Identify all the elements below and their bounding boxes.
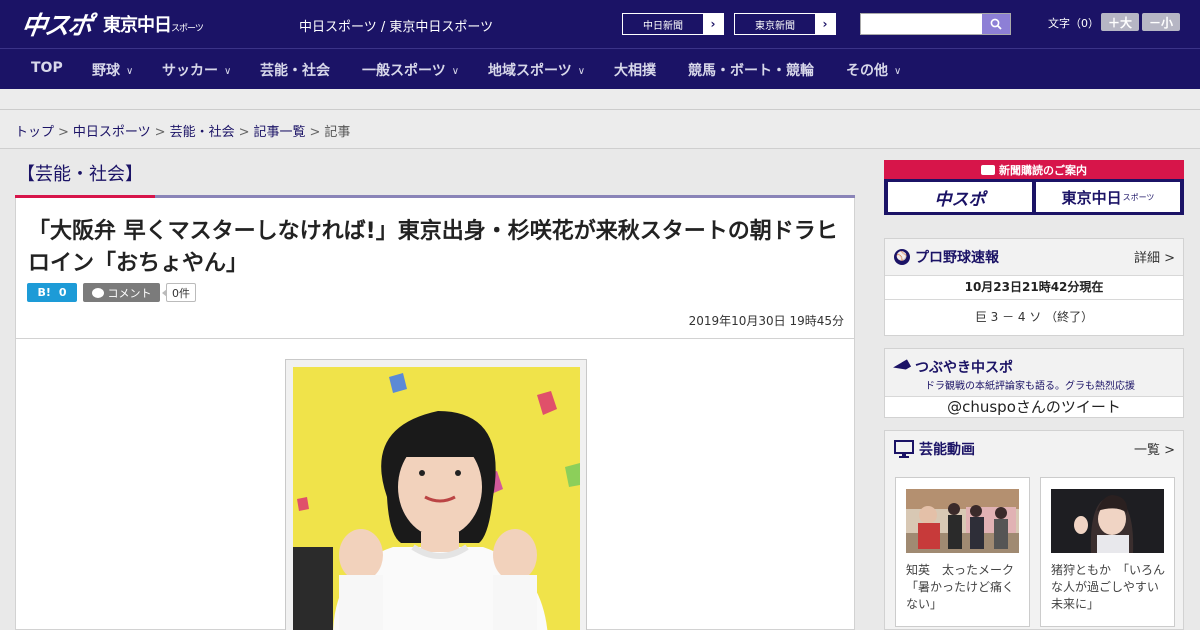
video-caption: 猪狩ともか 「いろんな人が過ごしやすい未来に」: [1051, 563, 1166, 611]
videos-list-link[interactable]: 一覧 >: [1134, 439, 1175, 458]
baseball-game-result[interactable]: 巨 3 － 4 ソ （終了）: [885, 299, 1183, 335]
chevron-right-icon: ›: [815, 14, 835, 34]
chuspo-logo[interactable]: 中スポ: [19, 6, 93, 42]
tweets-panel-title: つぶやき中スポ: [915, 360, 1013, 376]
search-input[interactable]: [861, 14, 982, 34]
breadcrumb-link-top[interactable]: トップ: [15, 125, 54, 140]
video-thumbnail: [1051, 489, 1164, 553]
font-size-label: 文字（0）: [1048, 17, 1099, 30]
video-card[interactable]: 猪狩ともか 「いろんな人が過ごしやすい未来に」: [1040, 477, 1175, 627]
videos-panel: 芸能動画 一覧 > 知英 太ったメーク「暑かったけど痛くない」 猪狩ともか 「い…: [884, 430, 1184, 630]
chevron-down-icon: ∨: [451, 66, 460, 77]
search-button[interactable]: [982, 14, 1010, 34]
tokyo-shimbun-link[interactable]: 東京新聞 ›: [734, 13, 836, 35]
video-card[interactable]: 知英 太ったメーク「暑かったけど痛くない」: [895, 477, 1030, 627]
chevron-down-icon: ∨: [577, 66, 586, 77]
hatena-icon: B!: [37, 286, 51, 299]
hatena-count: 0: [58, 286, 67, 299]
divider: [16, 338, 854, 339]
section-title: 【芸能・社会】: [17, 164, 143, 185]
twitter-link[interactable]: @chuspoさんのツイート: [885, 396, 1183, 417]
search-icon: [990, 18, 1002, 30]
article-photo[interactable]: [293, 367, 580, 630]
article-column: 【芸能・社会】 「大阪弁 早くマスターしなければ!」東京出身・杉咲花が来秋スター…: [15, 149, 855, 630]
newspaper-icon: [981, 164, 995, 175]
sub-band: [0, 89, 1200, 110]
chevron-down-icon: ∨: [894, 66, 902, 77]
baseball-panel-title: プロ野球速報: [915, 250, 999, 266]
tweets-panel: つぶやき中スポ ドラ観戦の本紙評論家も語る。グラも熱烈応援 @chuspoさんの…: [884, 348, 1184, 418]
monitor-icon: [894, 440, 914, 458]
baseball-updated: 10月23日21時42分現在: [885, 275, 1183, 299]
breadcrumb: トップ > 中日スポーツ > 芸能・社会 > 記事一覧 > 記事: [0, 110, 1200, 149]
subscribe-chuspo-button[interactable]: 中スポ: [888, 182, 1032, 212]
baseball-detail-link[interactable]: 詳細 >: [1134, 247, 1175, 266]
nav-item-other[interactable]: その他 ∨: [846, 60, 901, 80]
nav-item-racing[interactable]: 競馬・ボート・競輪: [688, 60, 814, 80]
baseball-icon: ⚾: [894, 249, 910, 265]
site-name[interactable]: 中日スポーツ / 東京中日スポーツ: [299, 16, 493, 35]
search-box: [860, 13, 1011, 35]
main-nav: TOP 野球 ∨ サッカー ∨ 芸能・社会 一般スポーツ ∨ 地域スポーツ ∨ 大相撲 …: [0, 48, 1200, 89]
comment-count: 0件: [162, 283, 196, 302]
nav-item-local-sports[interactable]: 地域スポーツ ∨: [488, 60, 585, 80]
article-photo-image: [293, 367, 580, 630]
video-caption: 知英 太ったメーク「暑かったけど痛くない」: [906, 563, 1015, 611]
breadcrumb-link-chunichi-sports[interactable]: 中日スポーツ: [73, 125, 151, 140]
subscription-banner: 新聞購読のご案内 中スポ 東京中日 スポーツ: [884, 160, 1184, 215]
article-date: 2019年10月30日 19時45分: [688, 314, 844, 328]
font-size-increase-button[interactable]: ＋大: [1101, 13, 1139, 31]
breadcrumb-link-article-list[interactable]: 記事一覧: [254, 125, 306, 140]
tweets-subtitle: ドラ観戦の本紙評論家も語る。グラも熱烈応援: [925, 381, 1135, 392]
article-photo-frame: [285, 359, 587, 630]
chevron-down-icon: ∨: [224, 66, 232, 77]
speech-bubble-icon: [91, 287, 104, 298]
nav-item-general-sports[interactable]: 一般スポーツ ∨: [362, 60, 459, 80]
megaphone-icon: [893, 359, 911, 375]
nav-item-entertainment[interactable]: 芸能・社会: [260, 60, 330, 80]
baseball-score-panel: ⚾ プロ野球速報 詳細 > 10月23日21時42分現在 巨 3 － 4 ソ （…: [884, 238, 1184, 336]
chevron-right-icon: ›: [703, 14, 723, 34]
site-header: 中スポ 東京中日スポーツ 中日スポーツ / 東京中日スポーツ 中日新聞 › 東京…: [0, 0, 1200, 48]
nav-item-sumo[interactable]: 大相撲: [614, 60, 656, 80]
site-logo[interactable]: 中スポ 東京中日スポーツ: [19, 6, 204, 42]
breadcrumb-current: 記事: [324, 125, 351, 140]
breadcrumb-link-entertainment[interactable]: 芸能・社会: [170, 125, 235, 140]
nav-item-baseball[interactable]: 野球 ∨: [92, 60, 133, 80]
social-buttons: B! 0 コメント 0件: [27, 283, 196, 302]
tokyo-chunichi-logo[interactable]: 東京中日スポーツ: [103, 11, 204, 37]
article-headline: 「大阪弁 早くマスターしなければ!」東京出身・杉咲花が来秋スタートの朝ドラヒロイ…: [28, 219, 838, 276]
nav-item-top[interactable]: TOP: [31, 60, 63, 76]
article-card: 「大阪弁 早くマスターしなければ!」東京出身・杉咲花が来秋スタートの朝ドラヒロイ…: [15, 198, 855, 630]
subscription-title: 新聞購読のご案内: [999, 163, 1087, 177]
hatena-bookmark-button[interactable]: B! 0: [27, 283, 77, 302]
comment-button[interactable]: コメント: [83, 283, 160, 302]
subscribe-tokyo-chunichi-button[interactable]: 東京中日 スポーツ: [1036, 182, 1180, 212]
nav-item-soccer[interactable]: サッカー ∨: [162, 60, 231, 80]
video-thumbnail: [906, 489, 1019, 553]
font-size-decrease-button[interactable]: －小: [1142, 13, 1180, 31]
chevron-down-icon: ∨: [126, 66, 134, 77]
chunichi-shimbun-link[interactable]: 中日新聞 ›: [622, 13, 724, 35]
videos-panel-title: 芸能動画: [919, 442, 975, 458]
